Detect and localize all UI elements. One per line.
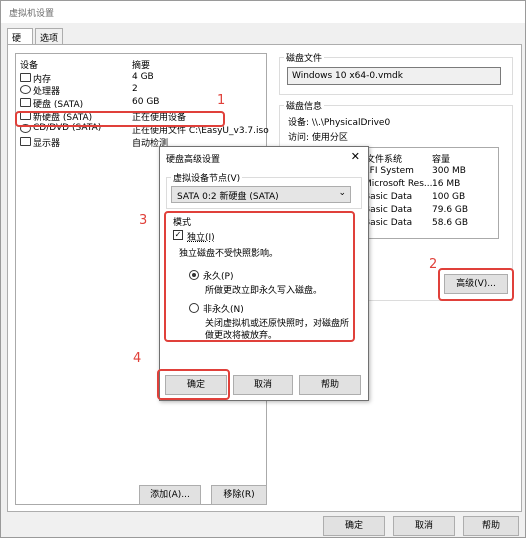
disk-access-line: 访问: 使用分区 <box>288 133 348 143</box>
partition-cap: 79.6 GB <box>432 205 469 215</box>
tab-hardware[interactable]: 硬件 <box>7 28 33 57</box>
close-icon[interactable]: ✕ <box>351 150 360 163</box>
device-name: 硬盘 (SATA) <box>33 100 84 110</box>
annotation-box-2 <box>438 268 514 301</box>
monitor-icon <box>20 137 31 146</box>
partition-table[interactable]: 文件系统 容量 EFI System 300 MB Microsoft Res.… <box>359 147 499 239</box>
annotation-box-3 <box>164 211 355 342</box>
device-node-value: SATA 0:2 新硬盘 (SATA) <box>177 192 279 202</box>
device-row-hdd[interactable]: 硬盘 (SATA) 60 GB <box>16 97 266 110</box>
partition-fs: Basic Data <box>364 218 413 228</box>
partition-cap: 300 MB <box>432 166 466 176</box>
device-summary: 60 GB <box>132 97 160 107</box>
col-capacity-header: 容量 <box>432 155 451 165</box>
title-bar: 虚拟机设置 <box>1 1 525 23</box>
annotation-box-4 <box>157 369 230 400</box>
chevron-down-icon: ⌄ <box>338 188 346 198</box>
cpu-icon <box>20 85 31 94</box>
partition-fs: Basic Data <box>364 205 413 215</box>
disk-file-label: 磁盘文件 <box>284 51 325 64</box>
device-node-select[interactable]: SATA 0:2 新硬盘 (SATA) ⌄ <box>171 186 351 203</box>
annotation-box-1 <box>15 111 225 127</box>
device-row-cpu[interactable]: 处理器 2 <box>16 84 266 97</box>
device-name: 显示器 <box>33 139 61 149</box>
col-filesystem-header: 文件系统 <box>366 155 403 165</box>
device-name: 处理器 <box>33 87 61 97</box>
device-summary: 2 <box>132 84 138 94</box>
remove-device-button[interactable]: 移除(R) <box>211 485 267 505</box>
partition-cap: 16 MB <box>432 179 461 189</box>
disk-icon <box>20 98 31 107</box>
node-label: 虚拟设备节点(V) <box>171 171 243 184</box>
partition-cap: 58.6 GB <box>432 218 469 228</box>
dialog-help-button[interactable]: 帮助 <box>299 375 361 395</box>
disk-device-line: 设备: \\.\PhysicalDrive0 <box>288 118 391 128</box>
tab-options[interactable]: 选项 <box>35 28 63 44</box>
partition-fs: Basic Data <box>364 192 413 202</box>
disk-info-label: 磁盘信息 <box>284 99 325 112</box>
partition-fs: Microsoft Res... <box>364 179 433 189</box>
help-button[interactable]: 帮助 <box>463 516 519 536</box>
dialog-title: 硬盘高级设置 <box>166 155 221 165</box>
annotation-number-2: 2 <box>429 257 438 272</box>
memory-icon <box>20 73 31 82</box>
ok-button[interactable]: 确定 <box>323 516 385 536</box>
cancel-button[interactable]: 取消 <box>393 516 455 536</box>
device-summary: 4 GB <box>132 72 154 82</box>
annotation-number-3: 3 <box>139 213 148 228</box>
device-row-memory[interactable]: 内存 4 GB <box>16 72 266 85</box>
vm-settings-window: 虚拟机设置 硬件 选项 设备 摘要 内存 4 GB 处理器 2 硬盘 (SATA… <box>0 0 526 538</box>
col-summary-header: 摘要 <box>132 61 151 71</box>
annotation-number-4: 4 <box>133 351 142 366</box>
annotation-number-1: 1 <box>217 93 226 108</box>
dialog-cancel-button[interactable]: 取消 <box>233 375 293 395</box>
partition-cap: 100 GB <box>432 192 466 202</box>
disk-file-field[interactable]: Windows 10 x64-0.vmdk <box>287 67 501 85</box>
partition-fs: EFI System <box>364 166 414 176</box>
window-title: 虚拟机设置 <box>9 9 55 19</box>
add-device-button[interactable]: 添加(A)... <box>139 485 201 505</box>
col-device-header: 设备 <box>20 61 39 71</box>
